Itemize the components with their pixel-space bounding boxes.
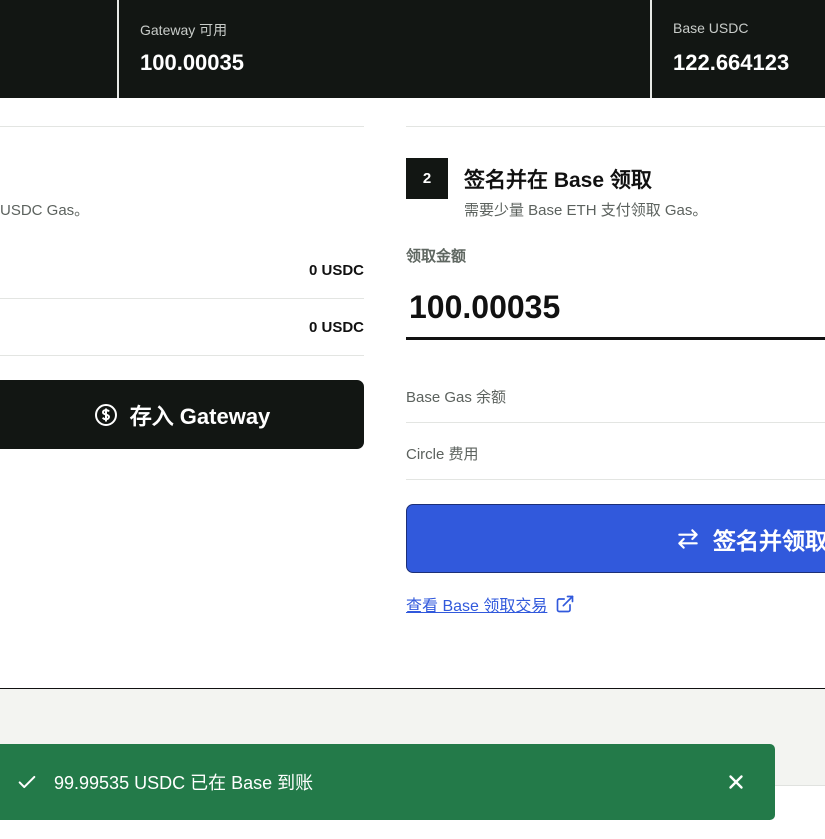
- panel-top-divider: [406, 126, 825, 127]
- base-usdc-stat: Base USDC 122.664123: [652, 0, 825, 98]
- deposit-button-label: 存入 Gateway: [129, 403, 271, 429]
- stat-value: 122.664123: [673, 50, 790, 75]
- toast-message: 99.99535 USDC 已在 Base 到账: [54, 773, 314, 793]
- sign-and-claim-button[interactable]: 签名并领取: [406, 504, 825, 573]
- base-gas-balance-label: Base Gas 余额: [406, 389, 507, 406]
- external-link-icon: [555, 594, 575, 614]
- stat-value: 100.00035: [140, 50, 244, 75]
- left-row-value: 0 USDC: [308, 319, 364, 336]
- dollar-circle-icon: [94, 403, 118, 427]
- claim-button-label: 签名并领取: [713, 527, 825, 554]
- step-number-badge: 2: [406, 158, 448, 199]
- deposit-gateway-button[interactable]: 存入 Gateway: [0, 380, 364, 449]
- check-icon: [16, 771, 38, 793]
- row-divider: [0, 355, 364, 356]
- circle-fee-label: Circle 费用: [406, 446, 479, 463]
- stat-label: Base USDC: [673, 20, 749, 36]
- step-title: 签名并在 Base 领取: [464, 169, 652, 192]
- stat-label: Gateway 可用: [140, 22, 228, 38]
- step-subtitle: 需要少量 Base ETH 支付领取 Gas。: [464, 202, 708, 219]
- balance-bar: Gateway 可用 100.00035 Base USDC 122.66412…: [0, 0, 825, 98]
- panel-top-divider: [0, 126, 364, 127]
- success-toast: 99.99535 USDC 已在 Base 到账: [0, 744, 775, 820]
- deposit-description: USDC Gas。: [0, 202, 90, 219]
- claim-amount-input[interactable]: [406, 278, 825, 340]
- row-divider: [406, 479, 825, 480]
- tx-link-label: 查看 Base 领取交易: [406, 598, 548, 615]
- gateway-available-stat: Gateway 可用 100.00035: [119, 0, 649, 98]
- row-divider: [0, 298, 364, 299]
- left-row-value: 0 USDC: [308, 262, 364, 279]
- claim-amount-label: 领取金额: [406, 248, 467, 265]
- row-divider: [406, 422, 825, 423]
- swap-arrows-icon: [675, 526, 701, 552]
- view-base-claim-tx-link[interactable]: 查看 Base 领取交易: [406, 592, 575, 616]
- close-icon[interactable]: [725, 771, 747, 793]
